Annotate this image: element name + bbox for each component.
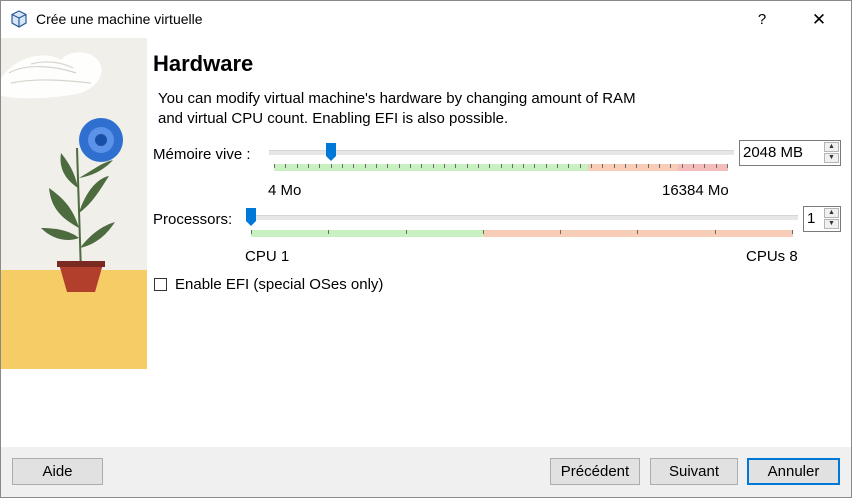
slider-tick — [500, 164, 502, 168]
memory-slider-handle[interactable] — [325, 143, 336, 161]
slider-tick — [727, 164, 728, 168]
description-line: and virtual CPU count. Enabling EFI is a… — [158, 110, 509, 127]
arrow-up-icon[interactable]: ▲ — [824, 208, 839, 218]
create-vm-dialog: Crée une machine virtuelle ? ✕ Hardware … — [0, 0, 852, 498]
efi-checkbox[interactable] — [154, 278, 167, 291]
memory-slider-groove[interactable] — [269, 150, 734, 155]
slider-tick — [792, 230, 793, 234]
slider-tick — [482, 230, 484, 234]
slider-tick — [398, 164, 400, 168]
memory-max-label: 16384 Mo — [662, 182, 729, 199]
button-bar: Aide Précédent Suivant Annuler — [1, 447, 851, 497]
slider-tick — [405, 230, 407, 234]
slider-tick — [591, 164, 593, 168]
virtualbox-cube-icon — [11, 10, 27, 28]
slider-tick — [353, 164, 355, 168]
processors-value[interactable]: 1 — [807, 210, 815, 227]
processors-label: Processors: — [153, 211, 233, 228]
slider-tick — [432, 164, 434, 168]
slider-tick — [455, 164, 457, 168]
arrow-down-icon[interactable]: ▼ — [824, 219, 839, 229]
slider-tick — [285, 164, 287, 168]
wizard-page: Hardware You can modify virtual machine'… — [1, 38, 851, 447]
processors-min-label: CPU 1 — [245, 248, 290, 265]
efi-checkbox-label[interactable]: Enable EFI (special OSes only) — [175, 276, 383, 293]
slider-tick — [523, 164, 525, 168]
arrow-up-icon[interactable]: ▲ — [824, 142, 839, 152]
slider-tick — [364, 164, 366, 168]
slider-tick — [421, 164, 423, 168]
description-line: You can modify virtual machine's hardwar… — [158, 90, 636, 107]
slider-tick — [307, 164, 309, 168]
cancel-button[interactable]: Annuler — [747, 458, 840, 485]
slider-tick — [466, 164, 468, 168]
slider-tick — [659, 164, 661, 168]
page-description: You can modify virtual machine's hardwar… — [158, 89, 718, 129]
slider-tick — [602, 164, 604, 168]
slider-tick — [636, 164, 638, 168]
slider-tick — [637, 230, 639, 234]
help-title-button[interactable]: ? — [746, 1, 778, 38]
slider-tick — [330, 164, 332, 168]
slider-tick — [670, 164, 672, 168]
slider-tick — [251, 230, 252, 234]
slider-tick — [568, 164, 570, 168]
window-title: Crée une machine virtuelle — [36, 11, 203, 27]
slider-tick — [387, 164, 389, 168]
slider-tick — [477, 164, 479, 168]
slider-tick — [443, 164, 445, 168]
slider-tick — [693, 164, 695, 168]
slider-tick — [534, 164, 536, 168]
slider-tick — [557, 164, 559, 168]
slider-tick — [319, 164, 321, 168]
slider-tick — [545, 164, 547, 168]
close-button[interactable]: ✕ — [796, 1, 842, 38]
memory-tick-marks — [274, 164, 728, 168]
slider-tick — [681, 164, 683, 168]
slider-tick — [715, 164, 717, 168]
previous-button[interactable]: Précédent — [550, 458, 640, 485]
slider-tick — [375, 164, 377, 168]
processors-tick-marks — [251, 230, 793, 234]
slider-tick — [274, 164, 275, 168]
memory-spin-buttons: ▲ ▼ — [824, 142, 839, 164]
processors-spinbox[interactable]: 1 ▲ ▼ — [803, 206, 841, 232]
slider-tick — [328, 230, 330, 234]
title-bar: Crée une machine virtuelle ? ✕ — [1, 1, 851, 38]
slider-tick — [341, 164, 343, 168]
slider-tick — [409, 164, 411, 168]
slider-tick — [560, 230, 562, 234]
slider-tick — [296, 164, 298, 168]
slider-tick — [489, 164, 491, 168]
next-button[interactable]: Suivant — [650, 458, 738, 485]
memory-spinbox[interactable]: 2048 MB ▲ ▼ — [739, 140, 841, 166]
processors-max-label: CPUs 8 — [746, 248, 798, 265]
processors-spin-buttons: ▲ ▼ — [824, 208, 839, 230]
slider-tick — [511, 164, 513, 168]
slider-tick — [579, 164, 581, 168]
memory-label: Mémoire vive : — [153, 146, 251, 163]
slider-tick — [714, 230, 716, 234]
slider-tick — [625, 164, 627, 168]
slider-tick — [613, 164, 615, 168]
memory-min-label: 4 Mo — [268, 182, 302, 199]
processors-slider-handle[interactable] — [246, 208, 256, 226]
help-button[interactable]: Aide — [12, 458, 103, 485]
slider-tick — [647, 164, 649, 168]
page-title: Hardware — [153, 51, 254, 76]
arrow-down-icon[interactable]: ▼ — [824, 153, 839, 163]
slider-tick — [704, 164, 706, 168]
memory-value[interactable]: 2048 MB — [743, 144, 803, 161]
processors-slider-groove[interactable] — [246, 215, 798, 220]
plant-illustration — [1, 38, 147, 369]
